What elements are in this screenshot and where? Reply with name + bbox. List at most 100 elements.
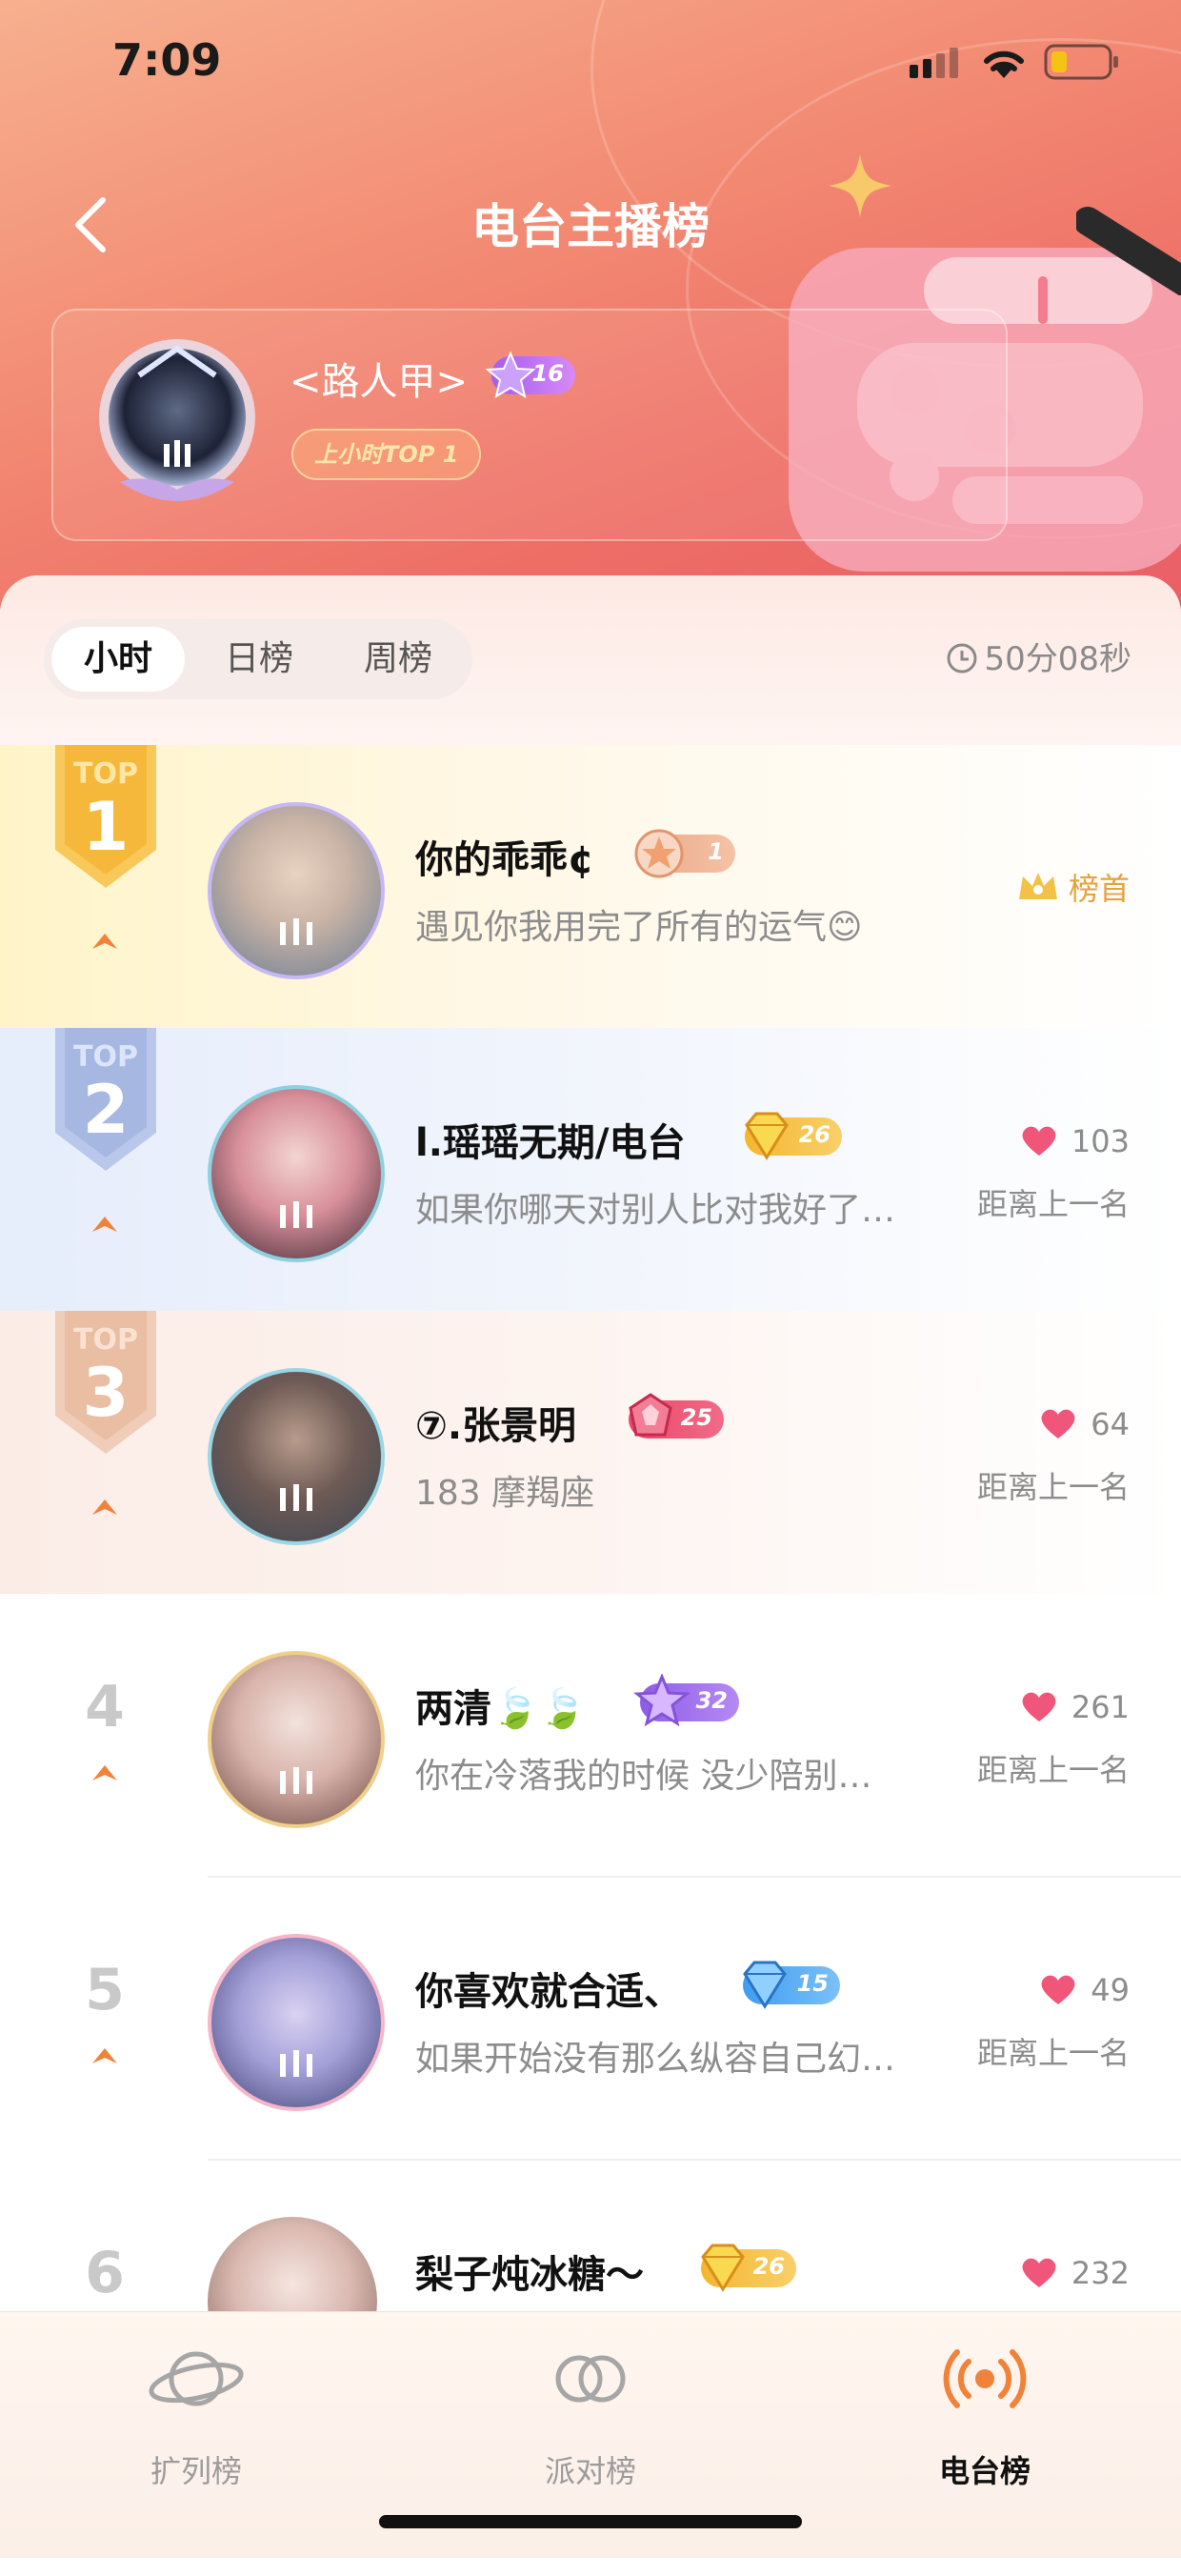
rank-number: 2 bbox=[83, 1071, 130, 1149]
level-badge: 25 bbox=[629, 1393, 724, 1439]
nav-label: 电台榜 bbox=[938, 2453, 1031, 2489]
diamond-badge-icon bbox=[743, 1961, 787, 2009]
score: 232 bbox=[1020, 2255, 1130, 2291]
anchor-signature: 如果你哪天对别人比对我好了… bbox=[415, 1191, 896, 1230]
ranking-row[interactable]: TOP 3 ⑦.张景明 25 183 摩羯座 64 距离上一名 bbox=[0, 1311, 1181, 1594]
rank-up-arrow-icon bbox=[92, 934, 117, 949]
level-number: 26 bbox=[798, 1121, 831, 1148]
level-badge: 15 bbox=[743, 1961, 840, 2009]
crown-icon bbox=[1018, 873, 1057, 899]
radio-icon bbox=[943, 2349, 1027, 2408]
rank-up-arrow-icon bbox=[92, 1217, 117, 1232]
score-value: 49 bbox=[1091, 1972, 1130, 2008]
nav-expand-ranking[interactable]: 扩列榜 bbox=[53, 2341, 339, 2489]
level-badge: 1 bbox=[634, 829, 735, 878]
live-bars-icon bbox=[280, 1484, 312, 1511]
anchor-name[interactable]: 两清🍃🍃 bbox=[415, 1678, 587, 1733]
heart-icon bbox=[1022, 1692, 1056, 1721]
gap-label: 距离上一名 bbox=[976, 2035, 1130, 2071]
heart-icon bbox=[1022, 1126, 1056, 1156]
star-badge-icon bbox=[486, 351, 535, 399]
level-badge: 16 bbox=[486, 351, 575, 399]
clock-icon bbox=[947, 643, 977, 674]
ranking-row[interactable]: TOP 1 你的乖乖¢ 1 遇见你我用完了所有的运气😊 榜首 bbox=[0, 745, 1181, 1028]
rank-up-arrow-icon bbox=[92, 2048, 117, 2063]
anchor-name[interactable]: 梨子炖冰糖～ bbox=[415, 2244, 644, 2299]
heart-icon bbox=[1041, 1409, 1075, 1439]
level-badge: 26 bbox=[701, 2244, 796, 2292]
rank-number: 1 bbox=[83, 788, 130, 866]
nav-party-ranking[interactable]: 派对榜 bbox=[448, 2341, 733, 2489]
rings-icon bbox=[555, 2355, 626, 2403]
rank-up-arrow-icon bbox=[92, 1499, 117, 1515]
nav-label: 派对榜 bbox=[544, 2453, 636, 2489]
home-indicator bbox=[379, 2515, 802, 2528]
battery-icon bbox=[1044, 44, 1118, 80]
rank-number: 5 bbox=[85, 1957, 125, 2023]
top-anchor-avatar[interactable] bbox=[82, 330, 272, 520]
level-number: 32 bbox=[695, 1687, 728, 1714]
header: 7:09 电台主播榜 <路人甲> 16 上小时TOP 1 bbox=[0, 0, 1181, 629]
first-place-text: 榜首 bbox=[1068, 871, 1130, 907]
ranking-row[interactable]: TOP 2 l.瑶瑶无期/电台 26 如果你哪天对别人比对我好了… 103 距离… bbox=[0, 1028, 1181, 1311]
ranking-row[interactable]: 4 两清🍃🍃 32 你在冷落我的时候 没少陪别… 261 距离上一名 bbox=[0, 1594, 1181, 1878]
period-tabs: 小时 日榜 周榜 bbox=[44, 619, 472, 699]
anchor-signature: 183 摩羯座 bbox=[415, 1474, 595, 1513]
svg-text:TOP: TOP bbox=[73, 1040, 138, 1074]
anchor-name[interactable]: ⑦.张景明 bbox=[415, 1395, 576, 1450]
avatar[interactable] bbox=[208, 1651, 385, 1828]
avatar[interactable] bbox=[208, 1934, 385, 2111]
top-ribbon-1: TOP 1 bbox=[55, 745, 156, 888]
anchor-signature: 如果开始没有那么纵容自己幻… bbox=[415, 2040, 896, 2079]
top-ribbon-3: TOP 3 bbox=[55, 1311, 156, 1454]
signal-icon bbox=[910, 48, 958, 78]
tab-hour[interactable]: 小时 bbox=[51, 627, 185, 692]
countdown-text: 50分08秒 bbox=[984, 640, 1131, 678]
wifi-icon bbox=[984, 50, 1024, 78]
rank-number: 4 bbox=[85, 1674, 125, 1741]
ranking-row[interactable]: 5 你喜欢就合适、 15 如果开始没有那么纵容自己幻… 49 距离上一名 bbox=[0, 1877, 1181, 2161]
score: 49 bbox=[1039, 1972, 1130, 2008]
live-bars-icon bbox=[280, 1767, 312, 1794]
hour-top-badge: 上小时TOP 1 bbox=[291, 429, 482, 480]
anchor-name[interactable]: l.瑶瑶无期/电台 bbox=[415, 1112, 686, 1167]
level-number: 26 bbox=[752, 2253, 785, 2280]
gem-badge-icon bbox=[629, 1393, 672, 1437]
heart-icon bbox=[1041, 1975, 1075, 2004]
level-number: 25 bbox=[680, 1404, 712, 1431]
level-number: 1 bbox=[708, 838, 724, 865]
avatar[interactable] bbox=[208, 1085, 385, 1262]
live-bars-icon bbox=[280, 2050, 312, 2077]
score-value: 64 bbox=[1091, 1406, 1130, 1442]
star-badge-icon bbox=[632, 1674, 691, 1727]
level-badge: 32 bbox=[632, 1674, 739, 1727]
nav-label: 扩列榜 bbox=[150, 2453, 242, 2489]
avatar[interactable] bbox=[208, 1368, 385, 1545]
gap-label: 距离上一名 bbox=[976, 1752, 1130, 1788]
top-anchor-card[interactable]: <路人甲> 16 上小时TOP 1 bbox=[51, 309, 1008, 541]
planet-icon bbox=[149, 2351, 244, 2406]
score-value: 261 bbox=[1071, 1689, 1130, 1725]
nav-radio-ranking[interactable]: 电台榜 bbox=[842, 2341, 1128, 2489]
anchor-name[interactable]: 你喜欢就合适、 bbox=[415, 1961, 682, 2016]
diamond-badge-icon bbox=[745, 1112, 789, 1160]
status-time: 7:09 bbox=[112, 34, 222, 86]
gap-label: 距离上一名 bbox=[976, 1186, 1130, 1222]
first-place-label: 榜首 bbox=[1017, 865, 1130, 909]
score: 261 bbox=[1020, 1689, 1130, 1725]
svg-text:TOP: TOP bbox=[73, 757, 138, 791]
avatar[interactable] bbox=[208, 802, 385, 979]
svg-text:TOP: TOP bbox=[73, 1323, 138, 1357]
level-number: 15 bbox=[796, 1970, 829, 1997]
top-ribbon-2: TOP 2 bbox=[55, 1028, 156, 1171]
anchor-name[interactable]: 你的乖乖¢ bbox=[415, 829, 594, 884]
score-value: 103 bbox=[1071, 1123, 1130, 1159]
top-anchor-name[interactable]: <路人甲> bbox=[290, 351, 468, 406]
rank-number: 6 bbox=[85, 2240, 125, 2306]
page-title: 电台主播榜 bbox=[471, 199, 710, 254]
score: 103 bbox=[1020, 1123, 1130, 1159]
score-value: 232 bbox=[1071, 2255, 1130, 2291]
star-badge-icon bbox=[634, 829, 684, 878]
tab-day[interactable]: 日榜 bbox=[192, 627, 326, 692]
tab-week[interactable]: 周榜 bbox=[331, 627, 465, 692]
